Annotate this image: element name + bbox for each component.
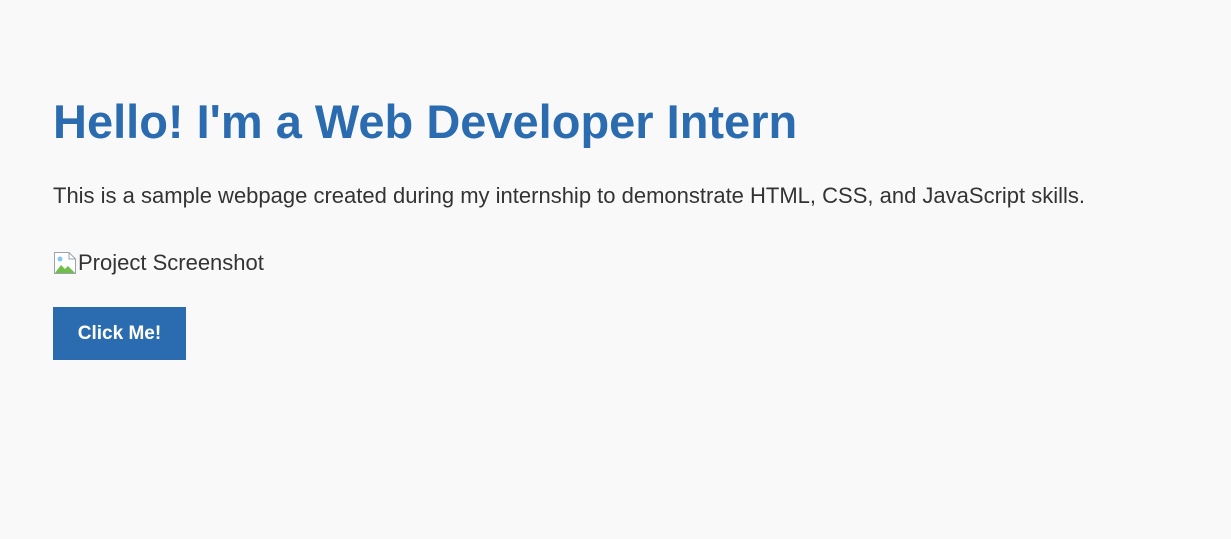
image-alt-text: Project Screenshot xyxy=(78,250,264,275)
project-screenshot-image: Project Screenshot xyxy=(53,249,264,277)
click-me-button[interactable]: Click Me! xyxy=(53,307,186,360)
intro-text: This is a sample webpage created during … xyxy=(53,183,1086,208)
page-content: Hello! I'm a Web Developer Intern This i… xyxy=(0,0,1231,539)
page-title: Hello! I'm a Web Developer Intern xyxy=(53,95,798,148)
broken-image-icon xyxy=(53,251,77,275)
